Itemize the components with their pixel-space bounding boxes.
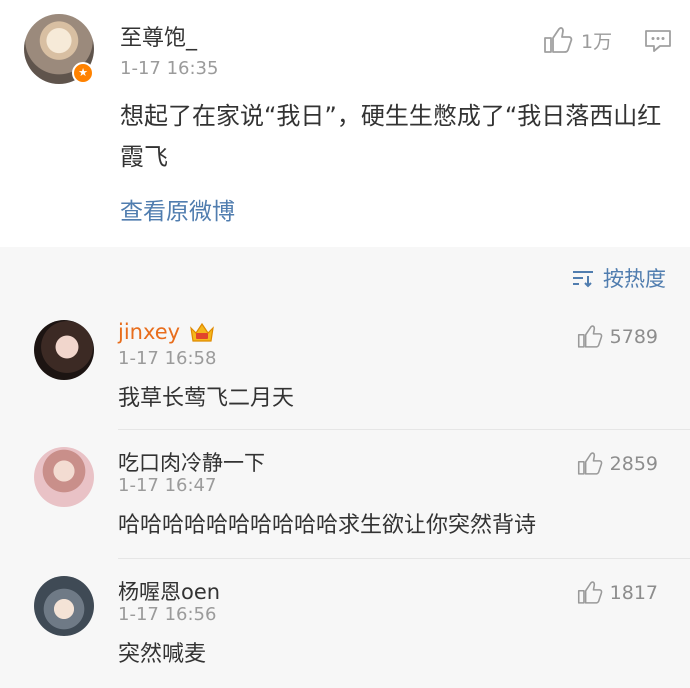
comment-like-count: 1817 — [609, 581, 658, 604]
divider — [118, 558, 690, 559]
original-post: ★ 至尊饱_ 1-17 16:35 1万 想起了在家说“我日”，硬生生憋成了“我… — [0, 0, 690, 247]
commenter-avatar[interactable] — [34, 447, 94, 507]
commenter-avatar[interactable] — [34, 320, 94, 380]
comment-like-count: 2859 — [609, 452, 658, 475]
comment-like-button[interactable]: 1817 — [577, 580, 658, 605]
comment-list: 按热度 jinxey 1-17 16:58 5789 我草长莺飞二月天 吃口肉冷… — [0, 247, 690, 688]
divider — [118, 429, 690, 430]
comment-timestamp: 1-17 16:56 — [118, 604, 217, 625]
commenter-avatar[interactable] — [34, 576, 94, 636]
comment-like-button[interactable]: 2859 — [577, 451, 658, 476]
thumbs-up-icon — [577, 581, 603, 604]
post-like-button[interactable]: 1万 — [543, 26, 612, 54]
commenter-name[interactable]: jinxey — [118, 320, 216, 344]
comment-timestamp: 1-17 16:58 — [118, 348, 217, 369]
post-body-text: 想起了在家说“我日”，硬生生憋成了“我日落西山红霞飞 — [120, 102, 662, 171]
thumbs-up-icon — [577, 325, 603, 348]
thumbs-up-icon — [577, 452, 603, 475]
comment-text: 我草长莺飞二月天 — [118, 386, 295, 411]
commenter-name-text: jinxey — [118, 320, 181, 344]
sort-by-hot-button[interactable]: 按热度 — [571, 263, 666, 293]
comment-like-count: 5789 — [609, 325, 658, 348]
sort-label: 按热度 — [603, 267, 666, 291]
sort-icon — [573, 271, 593, 288]
post-like-count: 1万 — [581, 30, 613, 53]
view-original-link[interactable]: 查看原微博 — [120, 192, 235, 226]
verified-badge-icon: ★ — [72, 62, 94, 84]
vip-crown-icon — [190, 322, 214, 342]
comment-timestamp: 1-17 16:47 — [118, 475, 217, 496]
commenter-name[interactable]: 杨喔恩oen — [118, 576, 220, 606]
post-timestamp: 1-17 16:35 — [120, 58, 219, 79]
comment-like-button[interactable]: 5789 — [577, 324, 658, 349]
comment-text: 哈哈哈哈哈哈哈哈哈哈求生欲让你突然背诗 — [118, 513, 537, 538]
comment-icon — [645, 30, 671, 52]
thumbs-up-icon — [544, 27, 573, 53]
post-author-name[interactable]: 至尊饱_ — [120, 20, 197, 52]
comment-text: 突然喊麦 — [118, 642, 207, 667]
commenter-name[interactable]: 吃口肉冷静一下 — [118, 447, 265, 477]
comment-button[interactable] — [644, 28, 672, 58]
